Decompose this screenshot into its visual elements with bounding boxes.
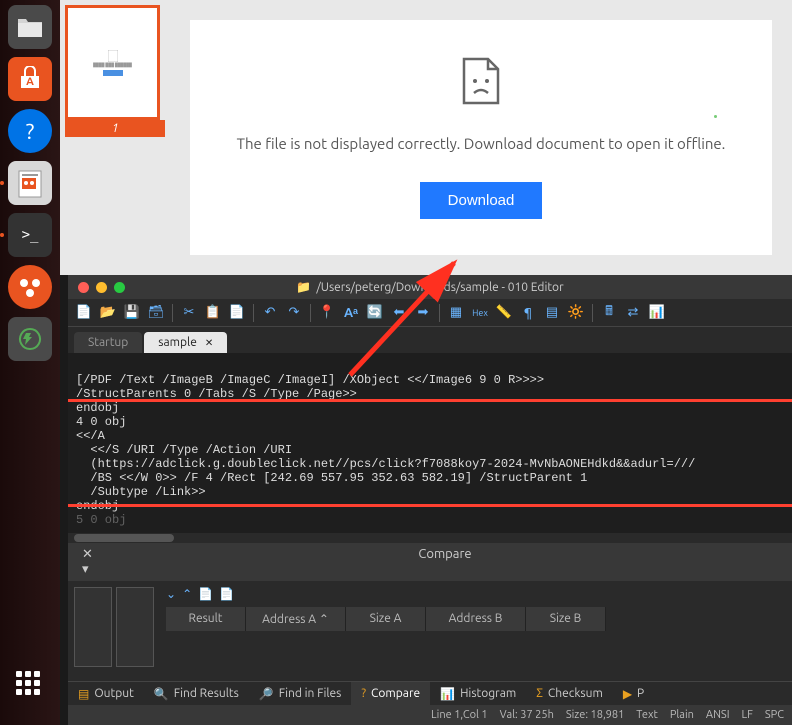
compare-icon[interactable]: ⇄ [623, 303, 643, 323]
collapse-icon[interactable]: ⌄ [166, 587, 176, 601]
save-icon[interactable]: 💾 [122, 303, 142, 323]
template-icon[interactable]: ▦ [446, 303, 466, 323]
status-val[interactable]: Val: 37 25h [500, 709, 554, 721]
output-icon: ▤ [78, 687, 89, 701]
panel-close-icon[interactable]: ✕ ▾ [72, 547, 102, 577]
status-ansi[interactable]: ANSI [706, 709, 730, 721]
dock-trash-icon[interactable] [8, 317, 52, 361]
dock-software-icon[interactable]: A [8, 57, 52, 101]
status-size[interactable]: Size: 18,981 [566, 709, 624, 721]
copy-right-icon[interactable]: 📄 [219, 587, 234, 601]
folder-icon: 📁 [296, 280, 311, 294]
status-spc[interactable]: SPC [765, 709, 784, 721]
tab-checksum[interactable]: ΣChecksum [526, 682, 613, 705]
compare-slot-b[interactable] [116, 587, 154, 667]
statusbar: Line 1,Col 1 Val: 37 25h Size: 18,981 Te… [68, 705, 792, 725]
status-lf[interactable]: LF [742, 709, 753, 721]
status-plain[interactable]: Plain [670, 709, 694, 721]
compare-slot-a[interactable] [74, 587, 112, 667]
highlight-icon[interactable]: 🔆 [566, 303, 586, 323]
tab-close-icon[interactable]: ✕ [205, 337, 213, 349]
checksum-icon: Σ [536, 687, 543, 700]
histogram-tab-icon: 📊 [440, 687, 455, 701]
hex-editor-window: 📁 /Users/peterg/Downloads/sample - 010 E… [68, 275, 792, 725]
pdf-thumbnail[interactable]: ████ ███ ██████ [65, 5, 160, 120]
calc-icon[interactable]: 🖩 [599, 303, 619, 323]
editor-titlebar[interactable]: 📁 /Users/peterg/Downloads/sample - 010 E… [68, 275, 792, 299]
pilcrow-icon[interactable]: ¶ [518, 303, 538, 323]
tab-sample[interactable]: sample✕ [144, 332, 227, 353]
status-mode[interactable]: Text [636, 709, 658, 721]
sort-asc-icon: ⌃ [319, 613, 329, 626]
redo-icon[interactable]: ↷ [284, 303, 304, 323]
prev-icon[interactable]: ⬅ [389, 303, 409, 323]
cut-icon[interactable]: ✂ [179, 303, 199, 323]
sad-file-icon [460, 57, 502, 105]
dock-help-icon[interactable]: ? [8, 109, 52, 153]
pdf-error-message: The file is not displayed correctly. Dow… [237, 135, 726, 152]
copy-icon[interactable]: 📋 [203, 303, 223, 323]
saveall-icon[interactable]: 🗃 [146, 303, 166, 323]
tab-histogram[interactable]: 📊Histogram [430, 682, 526, 705]
editor-toolbar: 📄 📂 💾 🗃 ✂ 📋 📄 ↶ ↷ 📍 Aᵃ 🔄 ⬅ ➡ ▦ Hex 📏 ¶ ▤… [68, 299, 792, 327]
pdf-viewer: ████ ███ ██████ 1 The file is not displa… [60, 0, 792, 275]
tab-find-in-files[interactable]: 🔎Find in Files [249, 682, 352, 705]
dock-terminal-icon[interactable]: >_ [8, 213, 52, 257]
col-address-a[interactable]: Address A ⌃ [246, 607, 346, 631]
histogram-icon[interactable]: 📊 [647, 303, 667, 323]
tab-compare[interactable]: ?Compare [351, 682, 430, 705]
tab-p[interactable]: ▶P [613, 682, 654, 705]
copy-left-icon[interactable]: 📄 [198, 587, 213, 601]
download-button[interactable]: Download [420, 182, 543, 219]
close-icon[interactable] [78, 282, 89, 293]
col-result[interactable]: Result [166, 607, 246, 631]
tab-find-results[interactable]: 🔍Find Results [144, 682, 249, 705]
undo-icon[interactable]: ↶ [260, 303, 280, 323]
horizontal-scrollbar[interactable] [68, 533, 792, 543]
search-icon: 🔍 [154, 687, 169, 701]
pdf-page-number: 1 [65, 120, 165, 137]
svg-text:A: A [26, 76, 34, 88]
tab-output[interactable]: ▤Output [68, 682, 144, 705]
replace-icon[interactable]: 🔄 [365, 303, 385, 323]
minimize-icon[interactable] [96, 282, 107, 293]
dock-evince-icon[interactable] [8, 161, 52, 205]
pdf-thumbnail-sidebar: ████ ███ ██████ 1 [60, 0, 170, 275]
dock-apps-button[interactable] [16, 671, 40, 695]
hex-label-icon[interactable]: Hex [470, 303, 490, 323]
paste-icon[interactable]: 📄 [227, 303, 247, 323]
pdf-main-area: The file is not displayed correctly. Dow… [170, 0, 792, 275]
compare-tab-icon: ? [361, 687, 366, 700]
status-pos[interactable]: Line 1,Col 1 [431, 709, 488, 721]
bottom-tabs: ▤Output 🔍Find Results 🔎Find in Files ?Co… [68, 681, 792, 705]
ruler-icon[interactable]: 📏 [494, 303, 514, 323]
col-address-b[interactable]: Address B [426, 607, 526, 631]
col-size-a[interactable]: Size A [346, 607, 426, 631]
compare-title: Compare [102, 547, 788, 577]
code-editor[interactable]: [/PDF /Text /ImageB /ImageC /ImageI] /XO… [68, 353, 792, 533]
compare-table-header: Result Address A ⌃ Size A Address B Size… [166, 607, 786, 631]
grid-icon[interactable]: ▤ [542, 303, 562, 323]
next-icon[interactable]: ➡ [413, 303, 433, 323]
tab-startup[interactable]: Startup [74, 332, 142, 353]
goto-icon[interactable]: 📍 [317, 303, 337, 323]
find-icon[interactable]: Aᵃ [341, 303, 361, 323]
search-files-icon: 🔎 [259, 687, 274, 701]
editor-tabs: Startup sample✕ [68, 327, 792, 353]
dock-files-icon[interactable] [8, 5, 52, 49]
maximize-icon[interactable] [114, 282, 125, 293]
compare-panel: ✕ ▾ Compare ⌄ ⌃ 📄 📄 Result Address A ⌃ S… [68, 543, 792, 681]
dock-settings-icon[interactable] [8, 265, 52, 309]
col-size-b[interactable]: Size B [526, 607, 606, 631]
open-icon[interactable]: 📂 [98, 303, 118, 323]
ubuntu-dock: A ? >_ [0, 0, 60, 725]
new-icon[interactable]: 📄 [74, 303, 94, 323]
expand-icon[interactable]: ⌃ [182, 587, 192, 601]
window-title: /Users/peterg/Downloads/sample - 010 Edi… [316, 281, 563, 294]
p-icon: ▶ [623, 687, 632, 701]
